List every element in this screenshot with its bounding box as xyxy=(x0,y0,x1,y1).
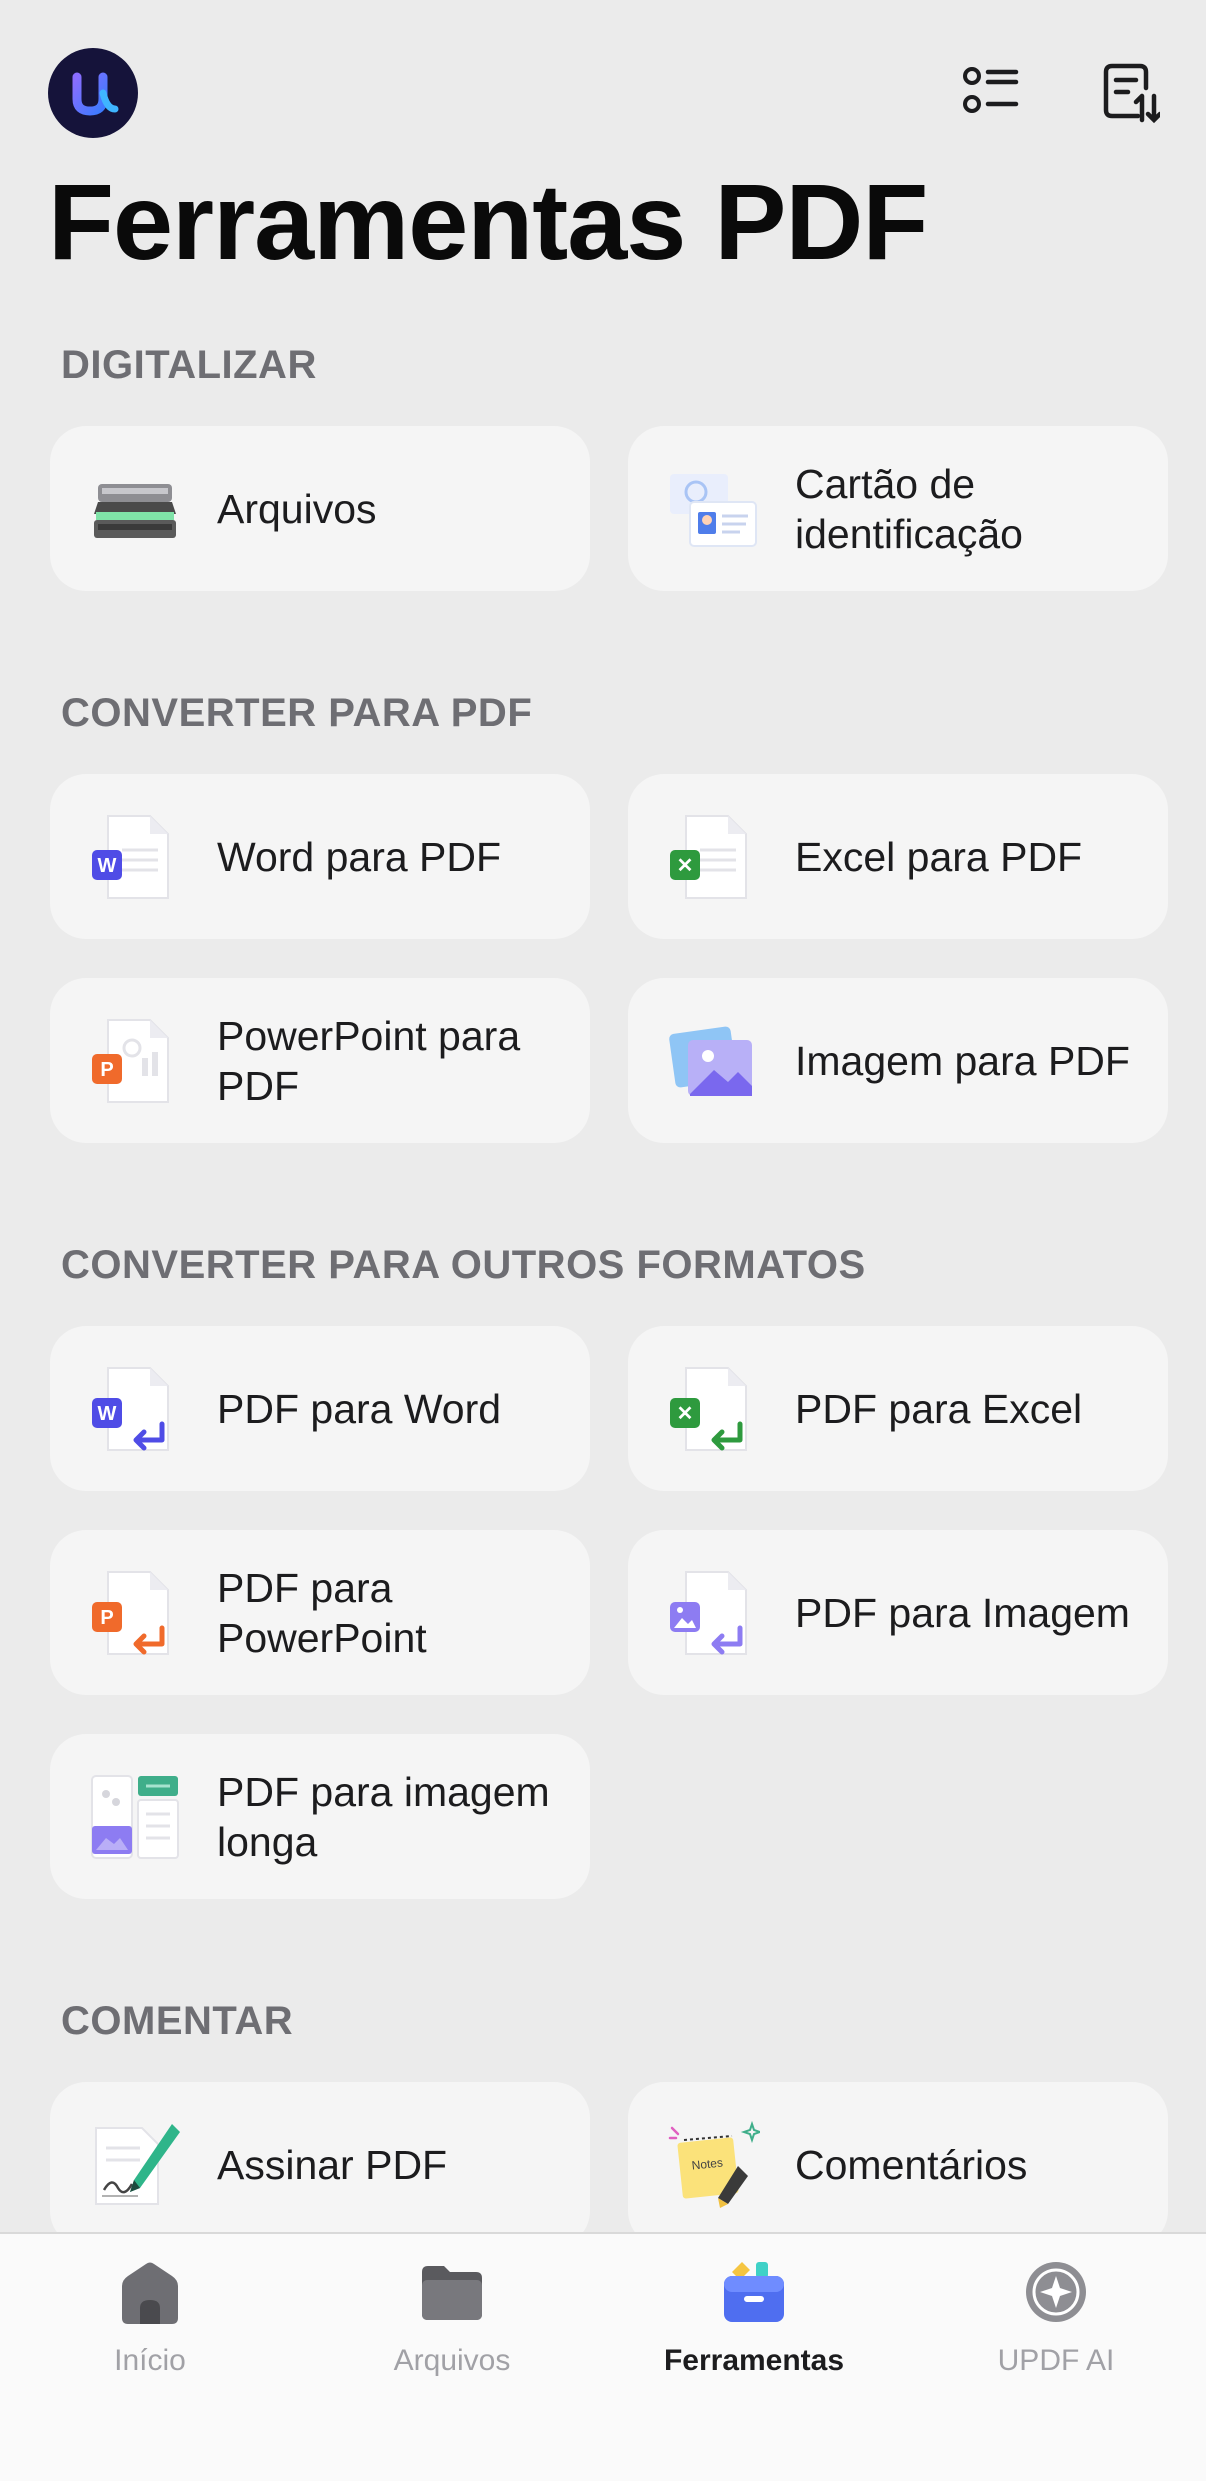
tool-card-scan-files[interactable]: Arquivos xyxy=(50,426,590,591)
tool-card-id-card[interactable]: Cartão de identificação xyxy=(628,426,1168,591)
ai-icon xyxy=(1018,2254,1094,2330)
pdf-to-excel-icon: ✕ xyxy=(666,1362,760,1456)
tool-label: PDF para Imagem xyxy=(795,1589,1130,1636)
sticky-notes-icon: Notes xyxy=(666,2118,764,2212)
tool-label: Comentários xyxy=(795,2141,1028,2188)
tool-card-sign-pdf[interactable]: Assinar PDF xyxy=(50,2082,590,2247)
tab-label: UPDF AI xyxy=(997,2344,1115,2377)
svg-text:W: W xyxy=(98,855,117,877)
svg-text:P: P xyxy=(100,1607,113,1629)
tool-label: Imagem para PDF xyxy=(795,1037,1130,1084)
folder-icon xyxy=(414,2254,490,2330)
toolbox-icon xyxy=(716,2254,792,2330)
tool-label: PDF para imagem longa xyxy=(217,1768,550,1865)
pdf-to-long-image-icon xyxy=(88,1770,182,1864)
tab-label: Início xyxy=(114,2344,186,2377)
id-card-icon xyxy=(666,462,760,556)
signature-pen-icon xyxy=(88,2118,182,2212)
tool-label: Word para PDF xyxy=(217,833,502,880)
pdf-to-image-icon xyxy=(666,1566,760,1660)
powerpoint-doc-icon: P xyxy=(88,1014,182,1108)
tab-updf-ai[interactable]: UPDF AI xyxy=(906,2234,1206,2404)
section-title-to-other: CONVERTER PARA OUTROS FORMATOS xyxy=(61,1243,866,1287)
image-stack-icon xyxy=(666,1014,760,1108)
svg-text:✕: ✕ xyxy=(677,855,694,877)
tool-label: Cartão de identificação xyxy=(795,460,1023,557)
tool-card-pdf-to-excel[interactable]: ✕ PDF para Excel xyxy=(628,1326,1168,1491)
tab-label: Ferramentas xyxy=(663,2344,845,2377)
svg-text:W: W xyxy=(98,1403,117,1425)
section-title-scan: DIGITALIZAR xyxy=(61,343,317,387)
svg-text:P: P xyxy=(100,1059,113,1081)
tool-card-comments[interactable]: Notes Comentários xyxy=(628,2082,1168,2247)
tool-card-powerpoint-to-pdf[interactable]: P PowerPoint para PDF xyxy=(50,978,590,1143)
tool-card-pdf-to-powerpoint[interactable]: P PDF para PowerPoint xyxy=(50,1530,590,1695)
tool-card-pdf-to-word[interactable]: W PDF para Word xyxy=(50,1326,590,1491)
section-title-to-pdf: CONVERTER PARA PDF xyxy=(61,691,533,735)
word-doc-icon: W xyxy=(88,810,182,904)
tab-tools[interactable]: Ferramentas xyxy=(604,2234,904,2404)
tool-label: PDF para PowerPoint xyxy=(217,1564,427,1661)
tool-card-image-to-pdf[interactable]: Imagem para PDF xyxy=(628,978,1168,1143)
tab-files[interactable]: Arquivos xyxy=(302,2234,602,2404)
page-title: Ferramentas PDF xyxy=(48,161,928,282)
pdf-to-word-icon: W xyxy=(88,1362,182,1456)
pdf-to-powerpoint-icon: P xyxy=(88,1566,182,1660)
tab-home[interactable]: Início xyxy=(0,2234,300,2404)
tool-label: Assinar PDF xyxy=(217,2141,448,2188)
tool-label: Arquivos xyxy=(217,485,377,532)
svg-text:✕: ✕ xyxy=(677,1403,694,1425)
tool-card-pdf-to-image[interactable]: PDF para Imagem xyxy=(628,1530,1168,1695)
excel-doc-icon: ✕ xyxy=(666,810,760,904)
tool-label: PowerPoint para PDF xyxy=(217,1012,521,1109)
sort-document-icon[interactable] xyxy=(1102,62,1163,124)
updf-logo-icon xyxy=(48,48,138,138)
tool-card-excel-to-pdf[interactable]: ✕ Excel para PDF xyxy=(628,774,1168,939)
tab-label: Arquivos xyxy=(393,2344,511,2377)
section-title-comment: COMENTAR xyxy=(61,1999,294,2043)
tool-label: PDF para Excel xyxy=(795,1385,1083,1432)
bottom-tab-bar: Início Arquivos Ferramentas UPDF AI xyxy=(0,2232,1206,2481)
list-icon[interactable] xyxy=(962,62,1020,124)
tool-card-pdf-to-long-image[interactable]: PDF para imagem longa xyxy=(50,1734,590,1899)
tool-label: Excel para PDF xyxy=(795,833,1083,880)
scanner-icon xyxy=(88,462,182,556)
tool-card-word-to-pdf[interactable]: W Word para PDF xyxy=(50,774,590,939)
tool-label: PDF para Word xyxy=(217,1385,502,1432)
home-icon xyxy=(112,2254,188,2330)
